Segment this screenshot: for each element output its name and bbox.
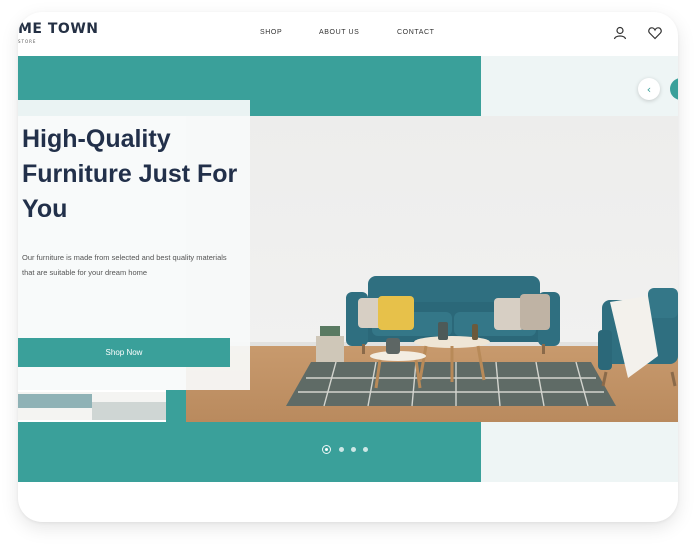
hero-title: High-Quality Furniture Just For You	[22, 125, 238, 223]
carousel-dot-4[interactable]	[363, 447, 368, 452]
preview-strip	[18, 392, 166, 420]
carousel-prev-button[interactable]: ‹	[638, 78, 660, 100]
user-icon[interactable]	[612, 25, 628, 41]
top-nav: ME TOWN STORE SHOP ABOUT US CONTACT	[18, 12, 678, 56]
brand-tagline: STORE	[18, 39, 37, 44]
teal-strip-left	[166, 390, 186, 422]
chevron-left-icon: ‹	[646, 82, 652, 96]
shop-now-button[interactable]: Shop Now	[18, 338, 230, 367]
landing-card: ME TOWN STORE SHOP ABOUT US CONTACT High…	[18, 12, 678, 522]
teal-band-bottom	[18, 422, 481, 482]
carousel-dot-3[interactable]	[351, 447, 356, 452]
heart-icon[interactable]	[647, 25, 663, 41]
pale-band-bottom	[481, 422, 678, 482]
hero-description: Our furniture is made from selected and …	[22, 253, 227, 277]
carousel-dot-2[interactable]	[339, 447, 344, 452]
carousel-dot-1[interactable]	[322, 445, 331, 454]
nav-link-about[interactable]: ABOUT US	[319, 29, 359, 36]
nav-link-contact[interactable]: CONTACT	[397, 29, 435, 36]
nav-link-shop[interactable]: SHOP	[260, 29, 282, 36]
brand-logo[interactable]: ME TOWN	[18, 21, 98, 37]
hero-image	[186, 116, 678, 422]
